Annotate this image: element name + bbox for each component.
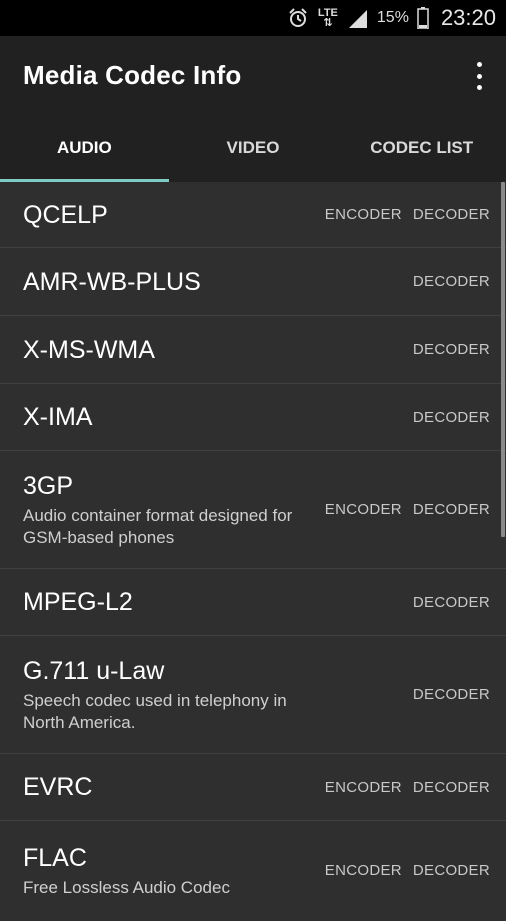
alarm-clock-icon bbox=[287, 7, 309, 29]
decoder-badge: DECODER bbox=[412, 686, 490, 703]
decoder-badge: DECODER bbox=[412, 408, 490, 426]
encoder-badge: ENCODER bbox=[324, 861, 402, 879]
encoder-badge: ENCODER bbox=[324, 501, 402, 518]
decoder-badge: DECODER bbox=[412, 778, 490, 796]
decoder-badge: DECODER bbox=[412, 206, 490, 223]
list-item[interactable]: 3GP Audio container format designed for … bbox=[0, 451, 506, 569]
list-item[interactable]: QCELP ENCODER DECODER bbox=[0, 182, 506, 248]
codec-description: Free Lossless Audio Codec bbox=[23, 878, 230, 897]
decoder-badge: DECODER bbox=[412, 501, 490, 518]
list-item[interactable]: G.711 u-Law Speech codec used in telepho… bbox=[0, 636, 506, 754]
lte-icon: LTE ⇅ bbox=[317, 7, 338, 29]
list-item[interactable]: EVRC ENCODER DECODER bbox=[0, 754, 506, 821]
list-item[interactable]: FLAC Free Lossless Audio Codec ENCODER D… bbox=[0, 821, 506, 921]
signal-icon bbox=[347, 8, 369, 28]
codec-list: QCELP ENCODER DECODER AMR-WB-PLUS DECODE… bbox=[0, 182, 506, 921]
decoder-badge: DECODER bbox=[412, 341, 490, 358]
decoder-badge: DECODER bbox=[412, 273, 490, 290]
tab-audio[interactable]: AUDIO bbox=[0, 114, 169, 182]
list-item[interactable]: MPEG-L2 DECODER bbox=[0, 569, 506, 636]
scrollbar[interactable] bbox=[501, 182, 505, 537]
clock: 23:20 bbox=[440, 5, 496, 30]
list-item[interactable]: AMR-WB-PLUS DECODER bbox=[0, 248, 506, 316]
codec-description: Audio container format designed for GSM-… bbox=[23, 505, 293, 547]
list-item[interactable]: X-MS-WMA DECODER bbox=[0, 316, 506, 384]
tab-video[interactable]: VIDEO bbox=[169, 114, 338, 182]
battery-percent: 15% bbox=[376, 9, 409, 26]
decoder-badge: DECODER bbox=[412, 593, 490, 611]
encoder-badge: ENCODER bbox=[324, 778, 402, 796]
app-bar: Media Codec Info bbox=[0, 36, 506, 114]
codec-description: Speech codec used in telephony in North … bbox=[23, 690, 287, 732]
tab-bar: AUDIO VIDEO CODEC LIST bbox=[0, 114, 506, 182]
more-vert-icon[interactable] bbox=[474, 62, 484, 90]
app-title: Media Codec Info bbox=[23, 59, 242, 90]
battery-icon bbox=[417, 7, 429, 29]
status-bar: LTE ⇅ 15% 23:20 bbox=[0, 0, 506, 36]
tab-codec-list[interactable]: CODEC LIST bbox=[337, 114, 506, 182]
decoder-badge: DECODER bbox=[412, 861, 490, 879]
list-item[interactable]: X-IMA DECODER bbox=[0, 384, 506, 451]
encoder-badge: ENCODER bbox=[324, 206, 402, 223]
